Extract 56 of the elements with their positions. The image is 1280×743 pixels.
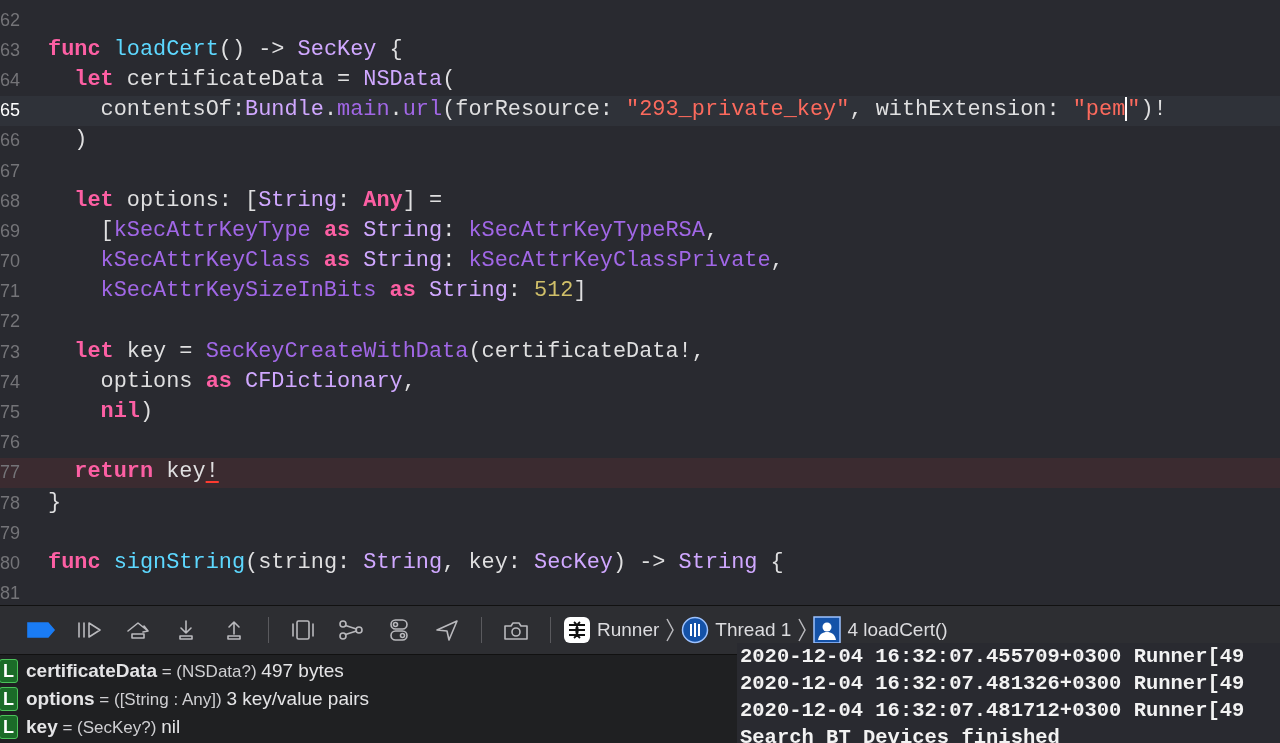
- line-number: 72: [0, 310, 22, 334]
- view-hierarchy-icon[interactable]: [289, 618, 317, 642]
- location-icon[interactable]: [433, 618, 461, 642]
- code-line: ): [73, 126, 88, 155]
- chevron-icon: [797, 617, 808, 643]
- thread-icon: [681, 616, 710, 644]
- line-number: 71: [0, 280, 22, 304]
- code-line: return key!: [73, 458, 219, 487]
- variable-entry[interactable]: key = (SecKey?) nil: [26, 712, 181, 742]
- line-number: 70: [0, 250, 22, 274]
- code-line: let key = SecKeyCreateWithData(certificateData!,: [73, 337, 705, 366]
- line-number: 67: [0, 159, 22, 183]
- app-icon: [563, 616, 591, 644]
- code-line: contentsOf:Bundle.main.url(forResource: "293_private_key", withExtension: "pem")!: [99, 96, 1167, 125]
- line-number: 69: [0, 219, 22, 243]
- console-line: 2020-12-04 16:32:07.481712+0300 Runner[49: [740, 698, 1246, 724]
- line-number: 65: [0, 99, 22, 123]
- line-number: 62: [0, 8, 22, 32]
- variable-entry[interactable]: certificateData = (NSData?) 497 bytes: [26, 656, 344, 686]
- code-line: func loadCert() -> SecKey {: [48, 35, 403, 64]
- breakpoint-icon[interactable]: [26, 620, 56, 640]
- code-line: func signString(string: String, key: SecKey) -> String {: [48, 549, 784, 578]
- code-line: }: [48, 488, 62, 517]
- breadcrumb-item[interactable]: 4 loadCert(): [847, 615, 948, 645]
- scope-badge: L: [0, 687, 18, 711]
- line-number: 73: [0, 340, 22, 364]
- line-number: 63: [0, 38, 22, 62]
- line-number: 64: [0, 68, 22, 92]
- user-icon: [813, 616, 842, 644]
- line-number: 66: [0, 129, 22, 153]
- console-line: 2020-12-04 16:32:07.455709+0300 Runner[49: [740, 644, 1246, 670]
- line-number: 81: [0, 582, 22, 605]
- code-line: let certificateData = NSData(: [73, 66, 456, 95]
- line-number: 77: [0, 461, 22, 485]
- code-line: nil): [99, 398, 154, 427]
- scope-badge: L: [0, 659, 18, 683]
- code-line: let options: [String: Any] =: [73, 186, 443, 215]
- line-number: 79: [0, 521, 22, 545]
- variable-entry[interactable]: options = ([String : Any]) 3 key/value pairs: [26, 684, 369, 714]
- console-line: 2020-12-04 16:32:07.481326+0300 Runner[49: [740, 671, 1246, 697]
- breadcrumb-item[interactable]: Thread 1: [715, 615, 792, 645]
- line-number: 75: [0, 401, 22, 425]
- code-line: kSecAttrKeyClass as String: kSecAttrKeyClassPrivate,: [99, 247, 784, 276]
- code-line: options as CFDictionary,: [99, 367, 416, 396]
- chevron-icon: [665, 617, 676, 643]
- line-number: 78: [0, 491, 22, 515]
- console-line: Search BT Devices finished: [740, 725, 1061, 743]
- graph-icon[interactable]: [337, 618, 365, 642]
- line-number: 74: [0, 370, 22, 394]
- code-line: kSecAttrKeySizeInBits as String: 512]: [99, 277, 587, 306]
- scope-badge: L: [0, 715, 18, 739]
- code-line: [kSecAttrKeyType as String: kSecAttrKeyTypeRSA,: [99, 217, 719, 245]
- line-number: 76: [0, 431, 22, 455]
- line-number: 68: [0, 189, 22, 213]
- breadcrumb-item[interactable]: Runner: [597, 615, 660, 645]
- line-number: 80: [0, 551, 22, 575]
